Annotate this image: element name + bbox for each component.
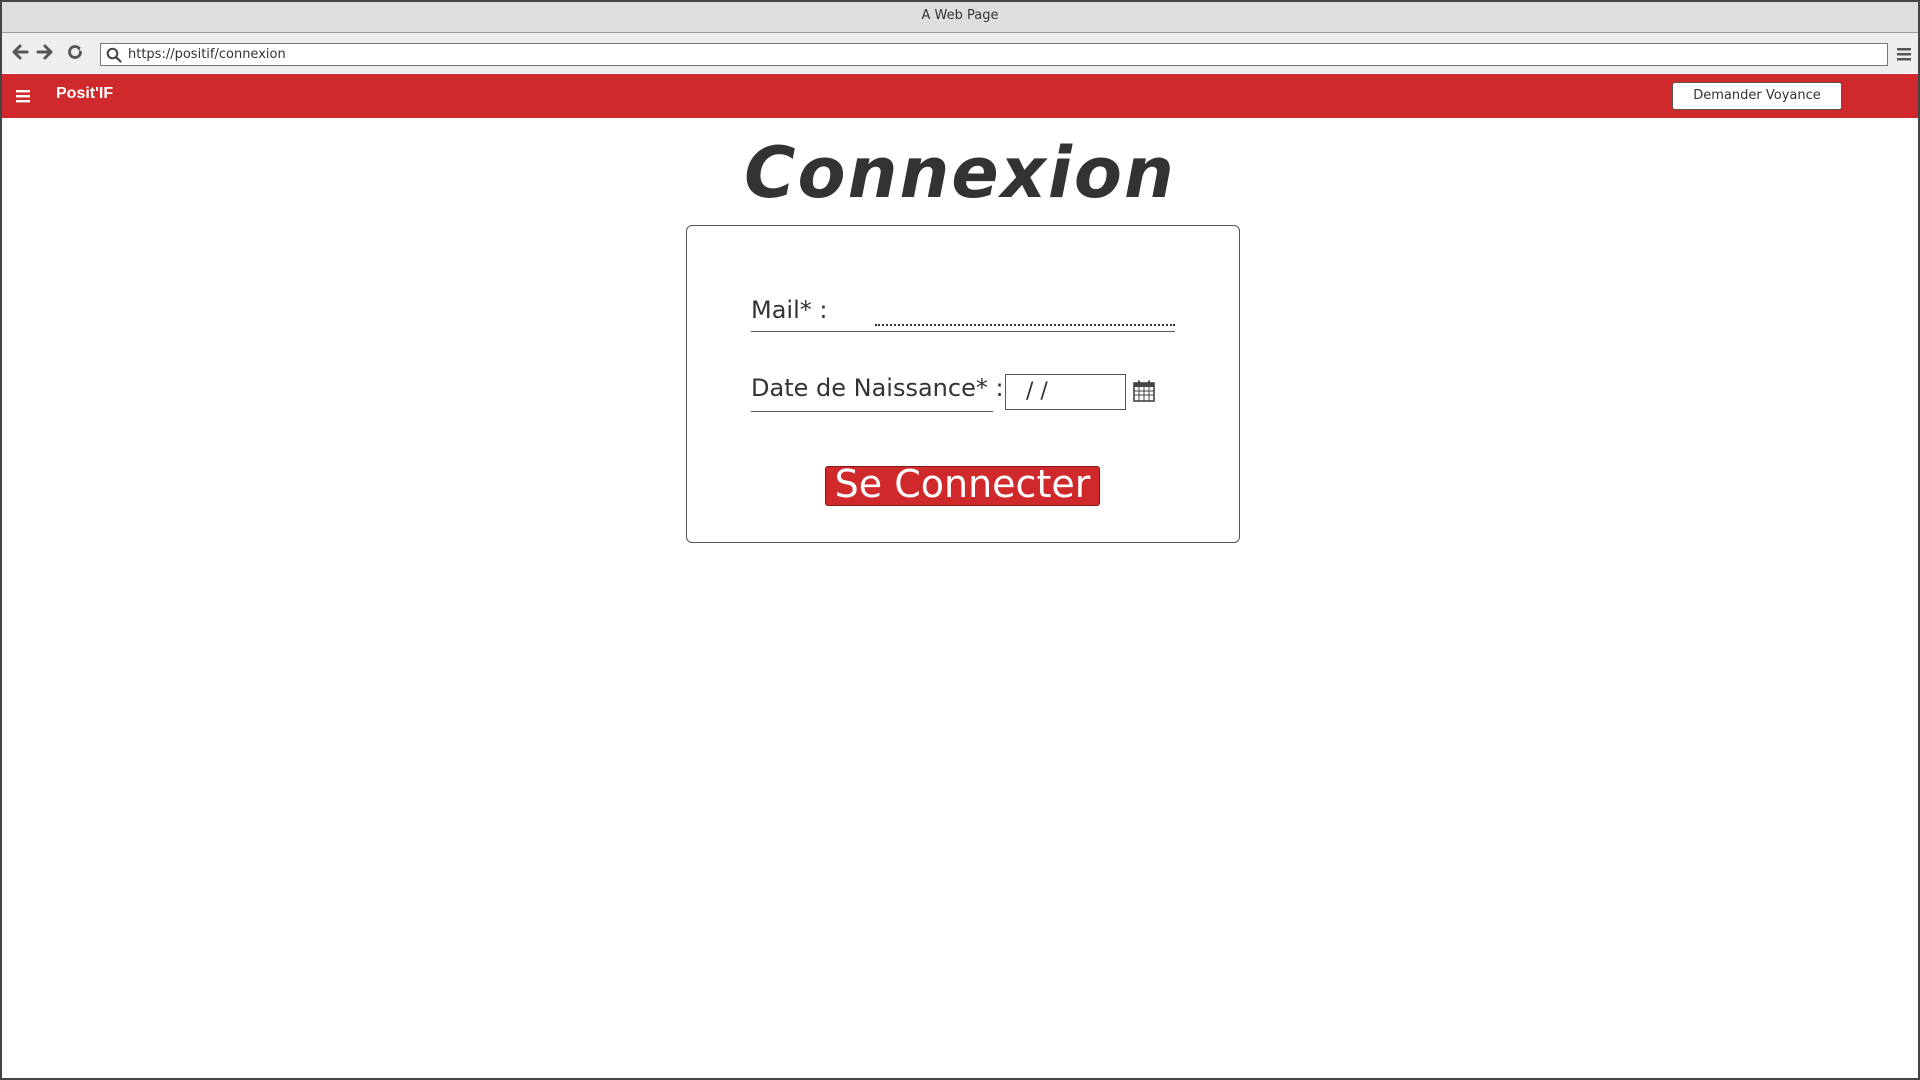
mail-label: Mail* : [751, 296, 828, 324]
mail-input[interactable] [875, 302, 1175, 326]
birthdate-label: Date de Naissance* : [751, 374, 1004, 402]
menu-icon[interactable] [1894, 43, 1914, 65]
birthdate-label-wrap: Date de Naissance* : [751, 374, 1004, 412]
mail-field: Mail* : [751, 296, 1175, 332]
page-title: Connexion [744, 132, 1176, 214]
demander-voyance-button[interactable]: Demander Voyance [1672, 82, 1842, 110]
reload-icon[interactable] [64, 41, 86, 63]
address-bar[interactable]: https://positif/connexion [100, 43, 1888, 66]
app-header: Posit'IF Demander Voyance [2, 74, 1918, 118]
hamburger-icon[interactable] [14, 88, 32, 104]
browser-window: A Web Page https://positif/connexion Pos… [0, 0, 1920, 1080]
login-form: Mail* : Date de Naissance* : / / Se Conn… [686, 225, 1240, 543]
calendar-icon[interactable] [1132, 379, 1156, 403]
window-title: A Web Page [2, 2, 1918, 33]
birthdate-input[interactable]: / / [1005, 374, 1126, 410]
brand-name[interactable]: Posit'IF [56, 85, 113, 103]
search-icon [106, 47, 122, 63]
address-text: https://positif/connexion [128, 47, 286, 62]
arrow-right-icon[interactable] [34, 41, 56, 63]
connect-button[interactable]: Se Connecter [825, 465, 1100, 506]
arrow-left-icon[interactable] [9, 41, 31, 63]
